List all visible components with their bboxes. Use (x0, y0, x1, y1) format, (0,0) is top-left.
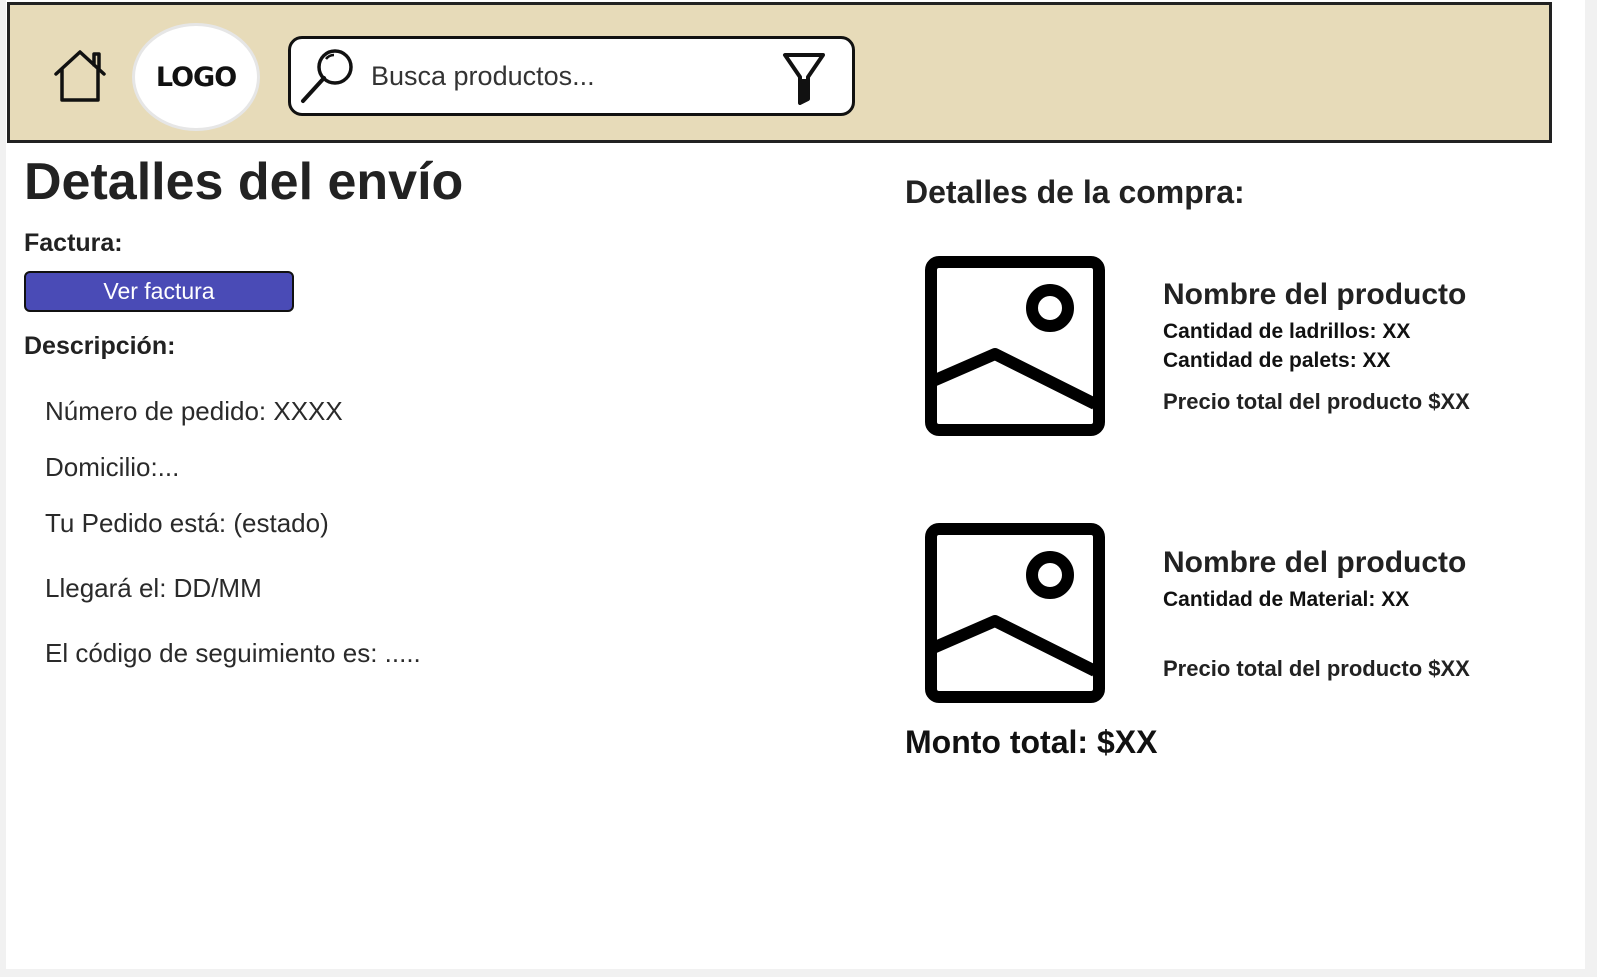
search-input[interactable]: Busca productos... (371, 39, 595, 113)
product-price: Precio total del producto $XX (1163, 389, 1470, 414)
arrival-date: Llegará el: DD/MM (45, 573, 262, 603)
product-price: Precio total del producto $XX (1163, 656, 1470, 681)
product-name: Nombre del producto (1163, 546, 1467, 579)
invoice-label: Factura: (24, 229, 123, 257)
image-placeholder-icon (925, 256, 1105, 436)
address: Domicilio:... (45, 452, 180, 482)
purchase-title: Detalles de la compra: (905, 174, 1245, 210)
search-icon (301, 49, 353, 103)
order-number: Número de pedido: XXXX (45, 396, 343, 426)
product-detail: Cantidad de Material: XX (1163, 588, 1410, 611)
logo[interactable]: LOGO (132, 23, 260, 131)
product-name: Nombre del producto (1163, 278, 1467, 311)
view-invoice-button[interactable]: Ver factura (24, 271, 294, 312)
top-header: LOGO Busca productos... (7, 2, 1552, 143)
page-title: Detalles del envío (24, 153, 464, 211)
product-detail: Cantidad de palets: XX (1163, 349, 1391, 372)
home-icon[interactable] (50, 48, 110, 104)
order-status: Tu Pedido está: (estado) (45, 508, 329, 538)
filter-icon[interactable] (781, 51, 827, 105)
product-detail: Cantidad de ladrillos: XX (1163, 320, 1411, 343)
page-canvas (6, 0, 1585, 969)
tracking-code: El código de seguimiento es: ..... (45, 638, 421, 668)
description-label: Descripción: (24, 332, 176, 360)
image-placeholder-icon (925, 523, 1105, 703)
search-bar[interactable]: Busca productos... (288, 36, 855, 116)
logo-text: LOGO (155, 61, 237, 93)
total-amount: Monto total: $XX (905, 724, 1158, 760)
